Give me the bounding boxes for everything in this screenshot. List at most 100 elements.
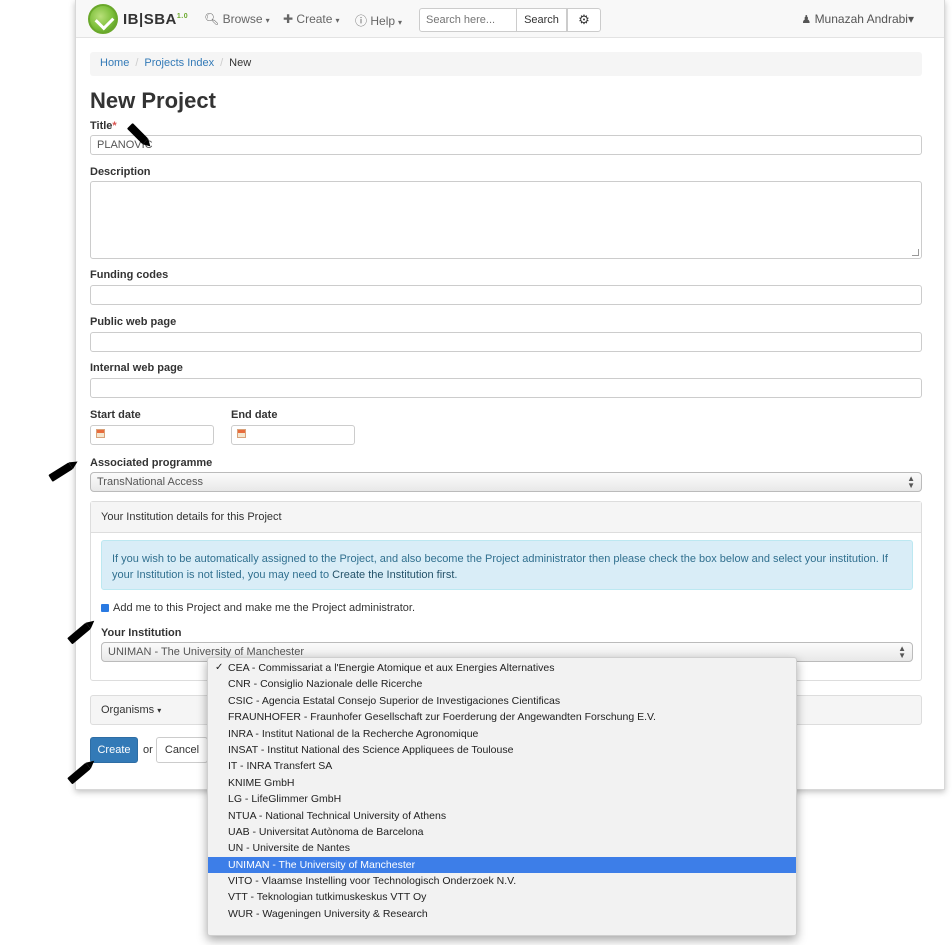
title-label: Title*	[90, 120, 117, 132]
breadcrumb-separator: /	[135, 57, 139, 69]
add-me-checkbox[interactable]	[101, 604, 109, 612]
create-label: Create	[296, 12, 333, 26]
institution-option-label: KNIME GmbH	[228, 776, 295, 789]
breadcrumb-current: New	[229, 57, 252, 69]
required-mark: *	[112, 120, 117, 132]
institution-option-label: UNIMAN - The University of Manchester	[228, 858, 416, 871]
cancel-button[interactable]: Cancel	[156, 737, 208, 763]
create-institution-link[interactable]: Create the Institution first	[332, 569, 454, 581]
select-arrows-icon: ▲ ▼	[907, 474, 915, 490]
institution-option[interactable]: INSAT - Institut National des Science Ap…	[208, 742, 796, 758]
institution-option[interactable]: VITO - Vlaamse Instelling voor Technolog…	[208, 873, 796, 889]
institution-option-label: UAB - Universitat Autònoma de Barcelona	[228, 825, 424, 838]
breadcrumb-home[interactable]: Home	[100, 57, 129, 69]
start-date-label: Start date	[90, 409, 141, 421]
pencil-annotation-icon	[127, 123, 151, 147]
logo[interactable]: IB|SBA1.0	[88, 4, 188, 34]
institution-option[interactable]: ✓ CEA - Commissariat a l'Energie Atomique…	[208, 660, 796, 676]
search-input[interactable]	[419, 8, 517, 32]
institution-option-label: INRA - Institut National de la Recherche…	[228, 727, 479, 740]
help-label: Help	[370, 14, 396, 28]
institution-option[interactable]: VTT - Teknologian tutkimuskeskus VTT Oy	[208, 889, 796, 905]
search-icon: 🔍︎	[204, 12, 220, 26]
browse-label: Browse	[222, 12, 263, 26]
institution-option[interactable]: UN - Universite de Nantes	[208, 840, 796, 856]
institution-option-label: CSIC - Agencia Estatal Consejo Superior …	[228, 694, 561, 707]
public-web-page-label: Public web page	[90, 316, 177, 328]
institution-option-label: VITO - Vlaamse Instelling voor Technolog…	[228, 875, 517, 888]
logo-icon	[88, 4, 118, 34]
add-me-checkbox-row[interactable]: Add me to this Project and make me the P…	[101, 602, 415, 614]
institution-option[interactable]: UAB - Universitat Autònoma de Barcelona	[208, 824, 796, 840]
public-web-page-input[interactable]	[90, 332, 922, 352]
associated-programme-value: TransNational Access	[97, 476, 203, 488]
institution-option-label: NTUA - National Technical University of …	[228, 809, 447, 822]
institution-option-label: FRAUNHOFER - Fraunhofer Gesellschaft zur…	[228, 711, 656, 724]
institution-option[interactable]: NTUA - National Technical University of …	[208, 808, 796, 824]
institution-panel: Your Institution details for this Projec…	[90, 501, 922, 681]
help-menu[interactable]: ⓘ Help ▾	[355, 12, 402, 29]
end-date-label: End date	[231, 409, 278, 421]
end-date-input[interactable]	[231, 425, 355, 445]
caret-down-icon: ▾	[907, 12, 914, 26]
description-label: Description	[90, 166, 151, 178]
or-text: or	[143, 744, 153, 756]
internal-web-page-input[interactable]	[90, 378, 922, 398]
user-menu[interactable]: ♟ Munazah Andrabi▾	[801, 12, 914, 26]
breadcrumb-projects-index[interactable]: Projects Index	[144, 57, 214, 69]
internal-web-page-label: Internal web page	[90, 362, 183, 374]
caret-down-icon: ▾	[265, 16, 270, 25]
pencil-annotation-icon	[48, 461, 78, 482]
associated-programme-label: Associated programme	[90, 457, 213, 469]
institution-option[interactable]: CSIC - Agencia Estatal Consejo Superior …	[208, 693, 796, 709]
add-me-label: Add me to this Project and make me the P…	[113, 602, 416, 614]
your-institution-label: Your Institution	[101, 627, 182, 639]
institution-option-label: INSAT - Institut National des Science Ap…	[228, 743, 514, 756]
start-date-input[interactable]	[90, 425, 214, 445]
caret-down-icon: ▾	[398, 18, 403, 27]
organisms-label: Organisms	[101, 704, 155, 716]
breadcrumb: Home / Projects Index / New	[90, 52, 922, 76]
institution-option-label: IT - INRA Transfert SA	[228, 760, 333, 773]
page-title: New Project	[90, 88, 216, 113]
logo-version: 1.0	[176, 12, 189, 20]
institution-option[interactable]: FRAUNHOFER - Fraunhofer Gesellschaft zur…	[208, 709, 796, 725]
navbar: IB|SBA1.0 🔍︎ Browse ▾ ✚ Create ▾ ⓘ Help ▾ S…	[76, 0, 944, 38]
pencil-annotation-icon	[67, 760, 95, 784]
gear-icon: ⚙	[578, 12, 590, 27]
settings-button[interactable]: ⚙	[567, 8, 601, 32]
checkmark-icon: ✓	[215, 662, 224, 673]
logo-text: IB|SBA	[123, 10, 177, 28]
description-textarea[interactable]	[90, 181, 922, 259]
institution-option[interactable]: UNIMAN - The University of Manchester	[208, 856, 796, 874]
institution-dropdown-list: ✓ CEA - Commissariat a l'Energie Atomique…	[207, 657, 797, 936]
institution-option[interactable]: CNR - Consiglio Nazionale delle Ricerche	[208, 676, 796, 692]
institution-option-label: UN - Universite de Nantes	[228, 842, 350, 855]
plus-icon: ✚	[283, 12, 294, 26]
funding-codes-label: Funding codes	[90, 269, 169, 281]
select-arrows-icon: ▲ ▼	[898, 644, 906, 660]
calendar-icon	[96, 429, 105, 438]
pencil-annotation-icon	[67, 620, 95, 644]
info-alert: If you wish to be automatically assigned…	[101, 540, 913, 590]
info-text-end: .	[454, 569, 458, 581]
institution-option[interactable]: IT - INRA Transfert SA	[208, 758, 796, 774]
institution-option[interactable]: LG - LifeGlimmer GmbH	[208, 791, 796, 807]
create-menu[interactable]: ✚ Create ▾	[283, 12, 339, 26]
institution-option-label: CEA - Commissariat a l'Energie Atomique …	[228, 662, 555, 674]
institution-option[interactable]: KNIME GmbH	[208, 775, 796, 791]
funding-codes-input[interactable]	[90, 285, 922, 305]
institution-option-label: VTT - Teknologian tutkimuskeskus VTT Oy	[228, 891, 427, 904]
user-icon: ♟	[801, 14, 812, 26]
browse-menu[interactable]: 🔍︎ Browse ▾	[204, 12, 270, 26]
info-text: If you wish to be automatically assigned…	[112, 553, 888, 581]
institution-option[interactable]: WUR - Wageningen University & Research	[208, 906, 796, 922]
institution-option-label: LG - LifeGlimmer GmbH	[228, 793, 342, 806]
search-button[interactable]: Search	[516, 8, 567, 32]
institution-option-label: CNR - Consiglio Nazionale delle Ricerche	[228, 678, 423, 691]
caret-down-icon: ▾	[335, 16, 340, 25]
associated-programme-select[interactable]: TransNational Access ▲ ▼	[90, 472, 922, 492]
caret-down-icon: ▾	[157, 706, 162, 715]
title-input[interactable]: PLANOVIC	[90, 135, 922, 155]
institution-option[interactable]: INRA - Institut National de la Recherche…	[208, 726, 796, 742]
